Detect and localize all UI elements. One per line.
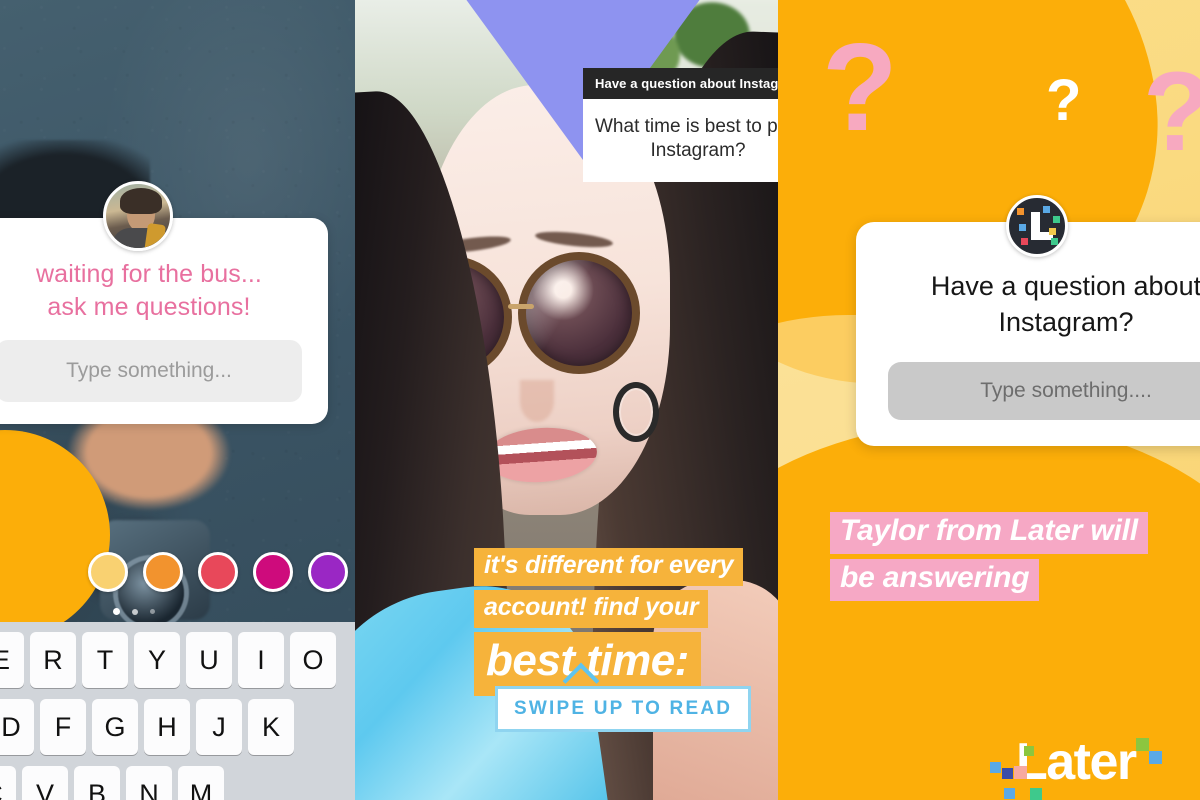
logo-pixel-1 [990, 762, 1001, 773]
overlay-text-line-1: Taylor from Later will [830, 512, 1148, 554]
avatar-pixel-1 [1017, 208, 1024, 215]
prompt-line-2: Instagram? [998, 307, 1134, 338]
question-sticker-body: What time is best to post on Instagram? [583, 99, 778, 182]
overlay-text-line-2: be answering [830, 559, 1040, 601]
page-dot-1 [113, 608, 120, 615]
page-indicator-dots [113, 608, 155, 615]
key-o[interactable]: O [290, 632, 336, 688]
key-b[interactable]: B [74, 766, 120, 800]
avatar-pixel-7 [1021, 238, 1028, 245]
answer-placeholder: Type something... [66, 359, 232, 382]
on-screen-keyboard[interactable]: ERTYUIO DFGHJK CVBNM [0, 622, 355, 800]
color-swatch-1[interactable] [88, 552, 128, 592]
color-swatch-3[interactable] [198, 552, 238, 592]
later-logo: Later [988, 733, 1178, 800]
logo-pixel-5 [1136, 738, 1149, 751]
color-swatch-4[interactable] [253, 552, 293, 592]
page-dot-3 [150, 609, 155, 614]
key-h[interactable]: H [144, 699, 190, 755]
logo-pixel-4 [1024, 746, 1034, 756]
key-n[interactable]: N [126, 766, 172, 800]
key-y[interactable]: Y [134, 632, 180, 688]
question-mark-icon-white: ? [1046, 68, 1082, 133]
overlay-text-block: Taylor from Later will be answering [830, 512, 1148, 606]
avatar-pixel-5 [1049, 228, 1056, 235]
panel-story-answer-video: Have a question about Instagram? What ti… [355, 0, 778, 800]
question-sticker-card[interactable]: waiting for the bus... ask me questions!… [0, 218, 328, 424]
key-t[interactable]: T [82, 632, 128, 688]
swipe-up-cta[interactable]: SWIPE UP TO READ [495, 662, 752, 732]
answered-question-sticker: Have a question about Instagram? What ti… [583, 68, 778, 182]
logo-pixel-3 [1014, 766, 1027, 779]
sunglasses-lens-right [518, 252, 640, 374]
color-picker[interactable] [88, 552, 348, 592]
avatar [103, 181, 173, 251]
color-swatch-2[interactable] [143, 552, 183, 592]
question-sticker-prompt: Have a question about Instagram? [888, 268, 1200, 340]
key-e[interactable]: E [0, 632, 24, 688]
key-c[interactable]: C [0, 766, 16, 800]
logo-pixel-2 [1002, 768, 1013, 779]
panel-later-graphic: ? ? ? Have a question about Instagram? T… [778, 0, 1200, 800]
avatar-pixel-3 [1053, 216, 1060, 223]
avatar-scarf [144, 222, 166, 248]
key-r[interactable]: R [30, 632, 76, 688]
sunglasses-bridge [508, 304, 534, 309]
key-g[interactable]: G [92, 699, 138, 755]
swipe-up-label[interactable]: SWIPE UP TO READ [495, 686, 752, 732]
hoop-earring-right [613, 382, 659, 442]
question-sticker-prompt: waiting for the bus... ask me questions! [0, 258, 302, 324]
prompt-line-1: Have a question about [930, 271, 1200, 301]
answer-input[interactable]: Type something... [0, 340, 302, 402]
logo-pixel-7 [1004, 788, 1015, 799]
question-sticker-header: Have a question about Instagram? [583, 68, 778, 99]
key-d[interactable]: D [0, 699, 34, 755]
caption-line-1: it's different for every [474, 548, 744, 586]
question-mark-icon-pink-right: ? [1143, 56, 1200, 168]
answer-placeholder: Type something.... [980, 379, 1152, 403]
question-line-2: Instagram? [650, 140, 746, 162]
logo-pixel-6 [1149, 751, 1162, 764]
key-m[interactable]: M [178, 766, 224, 800]
avatar-pixel-2 [1043, 206, 1050, 213]
caption-line-2: account! find your [474, 590, 709, 628]
key-f[interactable]: F [40, 699, 86, 755]
panel-instagram-compose: waiting for the bus... ask me questions!… [0, 0, 355, 800]
key-v[interactable]: V [22, 766, 68, 800]
nose [520, 380, 554, 422]
avatar-pixel-6 [1051, 238, 1058, 245]
later-wordmark: Later [1016, 733, 1137, 791]
color-swatch-5[interactable] [308, 552, 348, 592]
keyboard-row-3: CVBNM [0, 766, 355, 800]
key-k[interactable]: K [248, 699, 294, 755]
avatar-pixel-4 [1019, 224, 1026, 231]
logo-pixel-8 [1030, 788, 1042, 800]
question-line-1: What time is best to post on [595, 116, 778, 137]
keyboard-row-1: ERTYUIO [0, 632, 355, 688]
three-panel-story-collage: waiting for the bus... ask me questions!… [0, 0, 1200, 800]
later-avatar-icon [1006, 195, 1068, 257]
prompt-line-1: waiting for the bus... [36, 260, 262, 288]
prompt-line-2: ask me questions! [47, 293, 251, 321]
avatar-hair [120, 188, 162, 214]
key-u[interactable]: U [186, 632, 232, 688]
keyboard-row-2: DFGHJK [0, 699, 355, 755]
key-i[interactable]: I [238, 632, 284, 688]
key-j[interactable]: J [196, 699, 242, 755]
video-caption-block: it's different for every account! find y… [474, 548, 744, 700]
answer-input[interactable]: Type something.... [888, 362, 1200, 421]
page-dot-2 [132, 608, 138, 615]
question-mark-icon-pink-large: ? [822, 19, 898, 157]
